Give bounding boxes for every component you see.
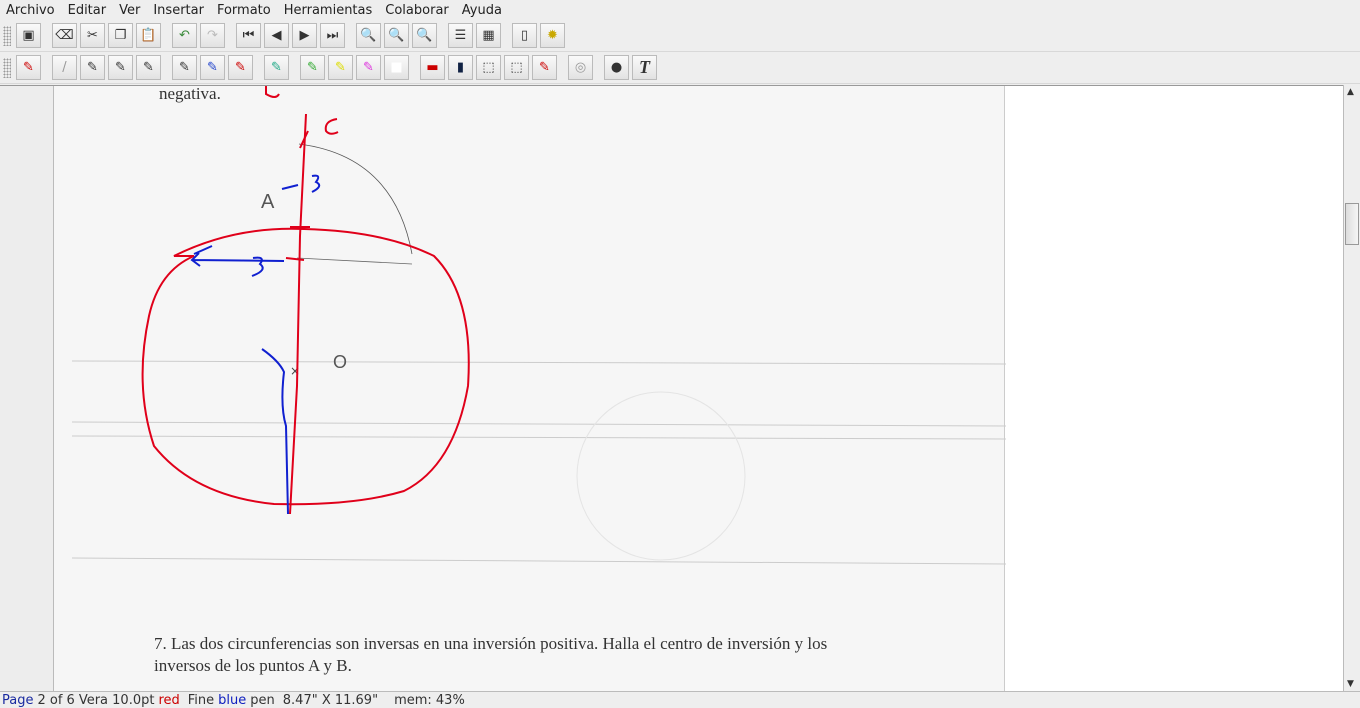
pen-toolbar: ✎ / ✎ ✎ ✎ ✎ ✎ ✎ ✎ ✎ ✎ ✎ ■ ▬ ▮ ⬚ ⬚ ✎ ◎ ● … [0, 52, 1360, 84]
thick-pen-icon[interactable]: ✎ [136, 55, 161, 80]
paste-icon[interactable]: 📋 [136, 23, 161, 48]
yellow-highlighter-icon[interactable]: ✎ [328, 55, 353, 80]
cut-icon[interactable]: ✂ [80, 23, 105, 48]
eraser-pen-icon[interactable]: ✎ [532, 55, 557, 80]
image-icon[interactable]: ◎ [568, 55, 593, 80]
scrollbar-thumb[interactable] [1345, 203, 1359, 245]
red-annotations [141, 86, 470, 515]
scanned-lines [71, 360, 1006, 565]
redo-icon[interactable]: ↷ [200, 23, 225, 48]
new-page-icon[interactable]: ▯ [512, 23, 537, 48]
blue-pen-icon[interactable]: ✎ [200, 55, 225, 80]
menu-insertar[interactable]: Insertar [153, 3, 204, 18]
single-page-view-icon[interactable]: ☰ [448, 23, 473, 48]
label-a: A [261, 191, 275, 213]
next-page-icon[interactable]: ▶ [292, 23, 317, 48]
menu-archivo[interactable]: Archivo [6, 3, 55, 18]
status-page-label: Page [2, 692, 34, 708]
status-tool: pen [250, 692, 275, 708]
text-tool-icon[interactable]: T [632, 55, 657, 80]
status-text-color: red [158, 692, 180, 708]
horizontal-line-icon[interactable]: ▬ [420, 55, 445, 80]
zoom-fit-icon[interactable]: 🔍 [384, 23, 409, 48]
menu-colaborar[interactable]: Colaborar [385, 3, 448, 18]
highlighter-icon[interactable]: ✎ [300, 55, 325, 80]
save-icon[interactable]: ▣ [16, 23, 41, 48]
menu-editar[interactable]: Editar [68, 3, 107, 18]
menu-herramientas[interactable]: Herramientas [284, 3, 373, 18]
zoom-out-icon[interactable]: 🔍 [356, 23, 381, 48]
shapes-icon[interactable]: ● [604, 55, 629, 80]
select-region-icon[interactable]: ⬚ [476, 55, 501, 80]
status-font: Vera 10.0pt [78, 692, 155, 708]
last-page-icon[interactable]: ⏭ [320, 23, 345, 48]
pen-tool-icon[interactable]: ✎ [16, 55, 41, 80]
main-toolbar: ▣ ⌫ ✂ ❐ 📋 ↶ ↷ ⏮ ◀ ▶ ⏭ 🔍 🔍 🔍 ☰ ▦ ▯ ✹ [0, 20, 1360, 52]
vertical-scrollbar[interactable]: ▲ ▼ [1343, 85, 1360, 691]
status-pen-width: Fine [187, 692, 215, 708]
toolbar-grip[interactable] [3, 26, 11, 46]
magenta-highlighter-icon[interactable]: ✎ [356, 55, 381, 80]
eraser-icon[interactable]: ⌫ [52, 23, 77, 48]
page-settings-icon[interactable]: ✹ [540, 23, 565, 48]
white-highlighter-icon[interactable]: ■ [384, 55, 409, 80]
very-fine-pen-icon[interactable]: / [52, 55, 77, 80]
multi-page-view-icon[interactable]: ▦ [476, 23, 501, 48]
first-page-icon[interactable]: ⏮ [236, 23, 261, 48]
zoom-in-icon[interactable]: 🔍 [412, 23, 437, 48]
status-page-number: 2 of 6 [37, 692, 75, 708]
menu-ayuda[interactable]: Ayuda [462, 3, 502, 18]
arc-sketch [298, 143, 413, 255]
prev-page-icon[interactable]: ◀ [264, 23, 289, 48]
menu-ver[interactable]: Ver [119, 3, 140, 18]
page-drawing: A O × [71, 86, 1006, 565]
document-page[interactable]: negativa. 7. Las dos circunferencias son… [53, 86, 1006, 691]
svg-text:×: × [290, 364, 300, 378]
ruler-icon[interactable]: ▮ [448, 55, 473, 80]
toolbar-grip[interactable] [3, 58, 11, 78]
scroll-up-icon[interactable]: ▲ [1347, 87, 1354, 97]
fine-pen-icon[interactable]: ✎ [80, 55, 105, 80]
pen-color-picker-icon[interactable]: ✎ [264, 55, 289, 80]
label-o: O [333, 352, 347, 372]
red-pen-icon[interactable]: ✎ [228, 55, 253, 80]
status-pen-color: blue [218, 692, 247, 708]
page-margin [0, 86, 53, 691]
menu-bar: Archivo Editar Ver Insertar Formato Herr… [0, 0, 1360, 20]
document-canvas[interactable]: negativa. 7. Las dos circunferencias son… [0, 85, 1343, 691]
select-rect-icon[interactable]: ⬚ [504, 55, 529, 80]
undo-icon[interactable]: ↶ [172, 23, 197, 48]
black-pen-icon[interactable]: ✎ [172, 55, 197, 80]
copy-icon[interactable]: ❐ [108, 23, 133, 48]
status-memory: mem: 43% [394, 692, 465, 708]
menu-formato[interactable]: Formato [217, 3, 271, 18]
medium-pen-icon[interactable]: ✎ [108, 55, 133, 80]
status-paper-size: 8.47" X 11.69" [282, 692, 379, 708]
scroll-down-icon[interactable]: ▼ [1347, 679, 1354, 689]
status-bar: Page 2 of 6 Vera 10.0pt red Fine blue pe… [0, 691, 1360, 708]
